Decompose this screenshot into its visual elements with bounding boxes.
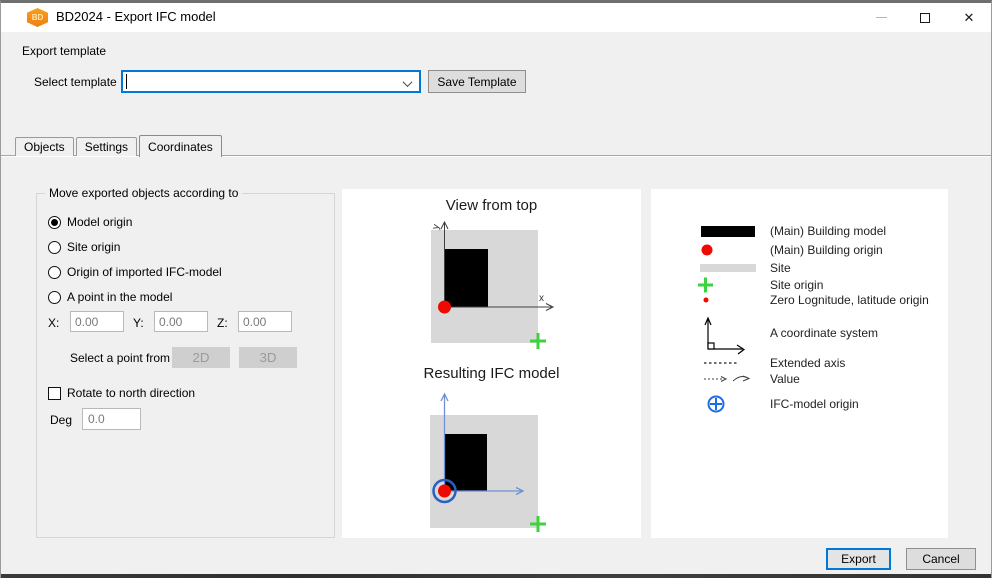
deg-field[interactable]: [82, 408, 141, 430]
radio-icon: [48, 241, 61, 254]
save-template-button[interactable]: Save Template: [428, 70, 526, 93]
legend-item-label: IFC-model origin: [770, 397, 859, 411]
building-origin-dot: [438, 485, 451, 498]
app-icon: BD: [27, 8, 48, 27]
template-combobox[interactable]: [121, 70, 421, 93]
legend-item-label: (Main) Building origin: [770, 243, 883, 257]
maximize-button[interactable]: [903, 3, 947, 32]
move-objects-group: Move exported objects according to Model…: [36, 193, 335, 538]
z-field[interactable]: [238, 311, 292, 332]
export-button[interactable]: Export: [826, 548, 891, 570]
checkbox-icon: [48, 387, 61, 400]
minimize-button[interactable]: [859, 3, 903, 32]
tab-coordinates[interactable]: Coordinates: [139, 135, 222, 157]
text-cursor: [126, 74, 127, 89]
building-origin-dot: [702, 245, 713, 256]
radio-point-in-model[interactable]: A point in the model: [48, 290, 172, 304]
y-axis-label: y: [430, 223, 442, 231]
select-point-label: Select a point from: [70, 351, 170, 365]
building-model-swatch: [701, 226, 755, 237]
ifc-model-origin-icon: [709, 397, 724, 412]
cancel-button[interactable]: Cancel: [906, 548, 976, 570]
legend-item-label: Zero Lognitude, latitude origin: [770, 293, 929, 307]
chevron-down-icon[interactable]: [404, 80, 412, 88]
legend-panel: (Main) Building model (Main) Building or…: [651, 189, 948, 538]
legend-item-label: (Main) Building model: [770, 224, 886, 238]
x-field[interactable]: [70, 311, 124, 332]
title-bar[interactable]: BD BD2024 - Export IFC model ✕: [1, 3, 991, 32]
coordinate-system-icon: [705, 318, 744, 354]
radio-label: Model origin: [67, 215, 132, 229]
resulting-ifc-diagram: [342, 387, 641, 538]
site-swatch: [700, 264, 756, 272]
rotate-north-checkbox[interactable]: Rotate to north direction: [48, 386, 195, 400]
tab-strip: Objects Settings Coordinates: [15, 135, 224, 156]
window-title: BD2024 - Export IFC model: [56, 9, 216, 24]
pick-3d-button[interactable]: 3D: [239, 347, 297, 368]
x-axis-label: x: [539, 293, 544, 304]
radio-icon: [48, 291, 61, 304]
diagram-panel: View from top y x Resulting IFC model: [342, 189, 641, 538]
tab-objects[interactable]: Objects: [15, 137, 74, 156]
legend-item-label: Site: [770, 261, 791, 275]
radio-label: A point in the model: [67, 290, 172, 304]
deg-label: Deg: [50, 413, 72, 427]
legend-item-label: Value: [770, 372, 800, 386]
close-button[interactable]: ✕: [947, 3, 991, 32]
export-ifc-dialog: BD BD2024 - Export IFC model ✕ Export te…: [0, 0, 992, 578]
radio-icon: [48, 216, 61, 229]
building-model: [445, 249, 488, 307]
move-objects-group-title: Move exported objects according to: [45, 186, 242, 200]
top-view-diagram: y x: [342, 217, 641, 367]
export-template-label: Export template: [22, 44, 106, 58]
radio-label: Origin of imported IFC-model: [67, 265, 222, 279]
resulting-ifc-title: Resulting IFC model: [342, 365, 641, 382]
legend-item-label: Site origin: [770, 278, 823, 292]
zero-longitude-dot: [704, 298, 709, 303]
tab-settings[interactable]: Settings: [76, 137, 137, 156]
radio-model-origin[interactable]: Model origin: [48, 215, 132, 229]
radio-icon: [48, 266, 61, 279]
desktop-edge: [1, 574, 992, 578]
top-view-title: View from top: [342, 197, 641, 214]
z-label: Z:: [217, 316, 228, 330]
legend-item-label: A coordinate system: [770, 326, 878, 340]
minimize-icon: [876, 17, 887, 18]
building-origin-dot: [438, 301, 451, 314]
y-label: Y:: [133, 316, 144, 330]
close-icon: ✕: [964, 11, 975, 24]
checkbox-label: Rotate to north direction: [67, 386, 195, 400]
site-origin-plus: [698, 278, 713, 293]
radio-imported-ifc-origin[interactable]: Origin of imported IFC-model: [48, 265, 222, 279]
legend-item-label: Extended axis: [770, 356, 845, 370]
pick-2d-button[interactable]: 2D: [172, 347, 230, 368]
x-label: X:: [48, 316, 59, 330]
select-template-label: Select template: [34, 75, 117, 89]
maximize-icon: [920, 13, 930, 23]
value-arrows-icon: [704, 376, 749, 382]
radio-site-origin[interactable]: Site origin: [48, 240, 120, 254]
radio-label: Site origin: [67, 240, 120, 254]
y-field[interactable]: [154, 311, 208, 332]
